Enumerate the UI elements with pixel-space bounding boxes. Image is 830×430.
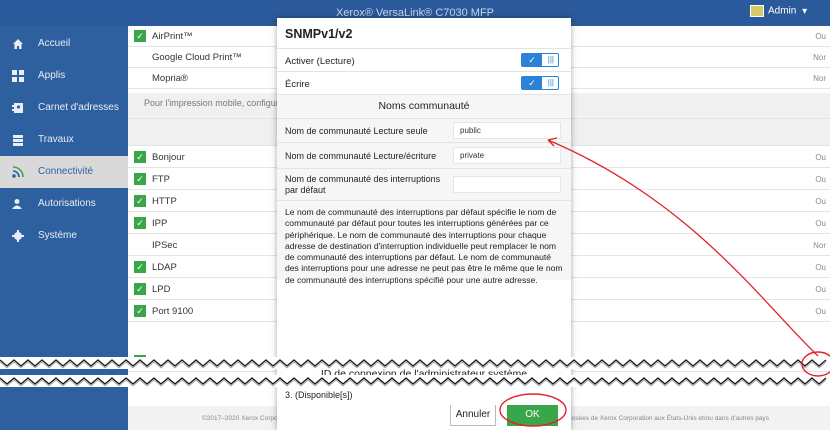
- enable-read-row: Activer (Lecture) ✓ |||: [277, 48, 571, 71]
- toggle-off-icon: |||: [547, 78, 554, 87]
- enable-read-toggle[interactable]: ✓ |||: [521, 53, 559, 67]
- sidebar-item-label: Travaux: [38, 134, 74, 145]
- read-write-community-input[interactable]: [453, 147, 561, 164]
- admin-avatar-icon: [750, 5, 764, 17]
- permissions-icon: [12, 199, 22, 209]
- cancel-button[interactable]: Annuler: [450, 404, 496, 426]
- connectivity-icon: [12, 166, 24, 178]
- sidebar-item-label: Autorisations: [38, 198, 96, 209]
- toggle-off-icon: |||: [547, 55, 554, 64]
- chevron-down-icon: ▾: [802, 5, 808, 17]
- traps-label: Nom de communauté des interruptions par …: [285, 174, 441, 195]
- sidebar-item-accueil[interactable]: Accueil: [0, 28, 128, 60]
- copyright-text: ©2017–2020 Xerox Corpora: [202, 415, 284, 422]
- apps-icon: [12, 70, 24, 82]
- sidebar-item-autorisations[interactable]: Autorisations: [0, 188, 128, 220]
- check-icon: ✓: [134, 355, 146, 367]
- check-icon: ✓: [134, 305, 146, 317]
- read-only-row: Nom de communauté Lecture seule: [277, 118, 571, 142]
- admin-menu[interactable]: Admin ▾: [750, 5, 830, 22]
- check-icon: ✓: [134, 151, 146, 163]
- check-icon: ✓: [134, 217, 146, 229]
- enable-read-label: Activer (Lecture): [285, 56, 355, 67]
- write-row: Écrire ✓ |||: [277, 71, 571, 94]
- write-label: Écrire: [285, 79, 310, 90]
- sidebar-item-applis[interactable]: Applis: [0, 60, 128, 92]
- dialog-title: SNMPv1/v2: [285, 27, 353, 41]
- sidebar: Accueil Applis Carnet d'adresses Travaux…: [0, 26, 128, 430]
- sidebar-item-travaux[interactable]: Travaux: [0, 124, 128, 156]
- check-icon: ✓: [134, 195, 146, 207]
- write-toggle[interactable]: ✓ |||: [521, 76, 559, 90]
- traps-row: Nom de communauté des interruptions par …: [277, 168, 571, 200]
- sidebar-item-label: Système: [38, 230, 77, 241]
- system-icon: [12, 230, 24, 242]
- check-icon: ✓: [134, 173, 146, 185]
- sidebar-item-systeme[interactable]: Système: [0, 220, 128, 252]
- read-only-community-input[interactable]: [453, 122, 561, 139]
- community-section-heading: Noms communauté: [277, 94, 571, 118]
- admin-login-section-heading: ID de connexion de l'administrateur syst…: [320, 368, 528, 380]
- address-book-icon: [12, 103, 23, 113]
- admin-label: Admin: [768, 5, 797, 17]
- available-row: 3. (Disponible[s]): [277, 387, 571, 405]
- sidebar-item-label: Accueil: [38, 38, 71, 49]
- check-icon: ✓: [522, 54, 542, 66]
- check-icon: ✓: [134, 30, 146, 42]
- jobs-icon: [13, 135, 23, 146]
- ok-button[interactable]: OK: [507, 404, 558, 426]
- read-write-label: Nom de communauté Lecture/écriture: [285, 151, 437, 161]
- available-label: 3. (Disponible[s]): [285, 390, 353, 400]
- dialog-button-bar: Annuler OK: [277, 401, 571, 430]
- sidebar-item-carnet[interactable]: Carnet d'adresses: [0, 92, 128, 124]
- check-icon: ✓: [134, 283, 146, 295]
- check-icon: ✓: [522, 77, 542, 89]
- snmp-dialog: SNMPv1/v2 Activer (Lecture) ✓ ||| Écrire …: [277, 18, 571, 430]
- trademark-text: posées de Xerox Corporation aux États-Un…: [568, 415, 770, 422]
- traps-description: Le nom de communauté des interruptions p…: [277, 200, 571, 285]
- check-icon: ✓: [134, 261, 146, 273]
- sidebar-item-label: Carnet d'adresses: [38, 102, 119, 113]
- traps-community-input[interactable]: [453, 176, 561, 193]
- read-only-label: Nom de communauté Lecture seule: [285, 126, 428, 136]
- sidebar-item-label: Connectivité: [38, 166, 94, 177]
- home-icon: [13, 39, 23, 49]
- read-write-row: Nom de communauté Lecture/écriture: [277, 142, 571, 168]
- sidebar-item-connectivite[interactable]: Connectivité: [0, 156, 128, 188]
- sidebar-item-label: Applis: [38, 70, 66, 81]
